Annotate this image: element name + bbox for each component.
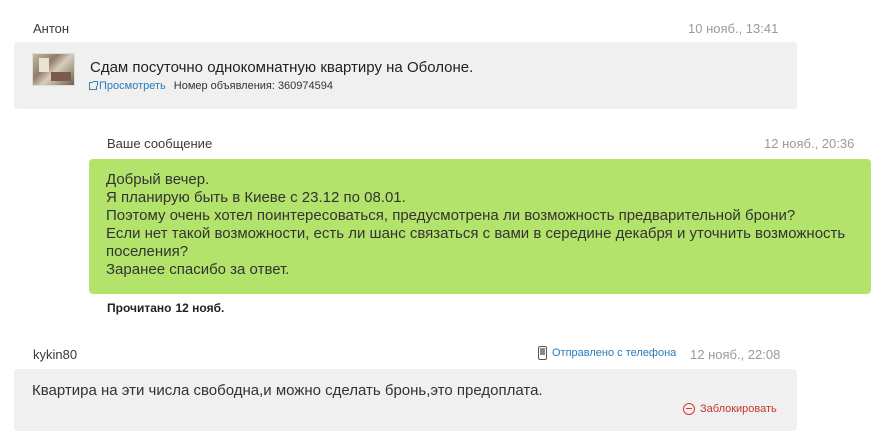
block-icon: [683, 403, 695, 415]
message-time: 12 нояб., 20:36: [764, 136, 855, 151]
ad-card: Сдам посуточно однокомнатную квартиру на…: [14, 42, 797, 109]
message-line: Добрый вечер.: [106, 171, 210, 188]
message-line: Заранее спасибо за ответ.: [106, 261, 290, 278]
block-label: Заблокировать: [700, 403, 777, 415]
message-time: 12 нояб., 22:08: [690, 347, 781, 362]
phone-icon: [538, 346, 547, 360]
message-line: Если нет такой возможности, есть ли шанс…: [106, 225, 846, 242]
sent-from-phone: Отправлено с телефона: [538, 346, 676, 360]
ad-number: 360974594: [277, 80, 333, 92]
message-text: Квартира на эти числа свободна,и можно с…: [32, 382, 543, 399]
external-link-icon: [89, 81, 98, 90]
view-ad-link[interactable]: Просмотреть: [99, 80, 166, 92]
message-line: поселения?: [106, 243, 189, 260]
message-author: Антон: [33, 21, 70, 36]
message-author: kykin80: [33, 347, 78, 362]
message-line: Я планирую быть в Киеве с 23.12 по 08.01…: [106, 189, 406, 206]
thumbnail-window: [39, 58, 49, 72]
read-label: Прочитано: [107, 301, 172, 315]
chat-thread: Антон 10 нояб., 13:41 Сдам посуточно одн…: [0, 0, 886, 442]
incoming-message-bubble: Квартира на эти числа свободна,и можно с…: [14, 369, 797, 431]
message-author: Ваше сообщение: [107, 136, 213, 151]
block-user-button[interactable]: Заблокировать: [683, 403, 777, 415]
ad-number-label: Номер объявления:: [173, 80, 275, 92]
read-receipt: Прочитано 12 нояб.: [107, 301, 224, 315]
message-line: Поэтому очень хотел поинтересоваться, пр…: [106, 207, 796, 224]
outgoing-message-bubble: Добрый вечер. Я планирую быть в Киеве с …: [89, 159, 871, 294]
sent-from-phone-label[interactable]: Отправлено с телефона: [552, 347, 676, 359]
thumbnail-bed: [51, 72, 71, 81]
ad-title[interactable]: Сдам посуточно однокомнатную квартиру на…: [90, 59, 473, 76]
ad-thumbnail[interactable]: [32, 53, 75, 86]
message-time: 10 нояб., 13:41: [688, 21, 779, 36]
ad-links: Просмотреть Номер объявления: 360974594: [89, 80, 333, 92]
read-date: 12 нояб.: [175, 301, 225, 315]
